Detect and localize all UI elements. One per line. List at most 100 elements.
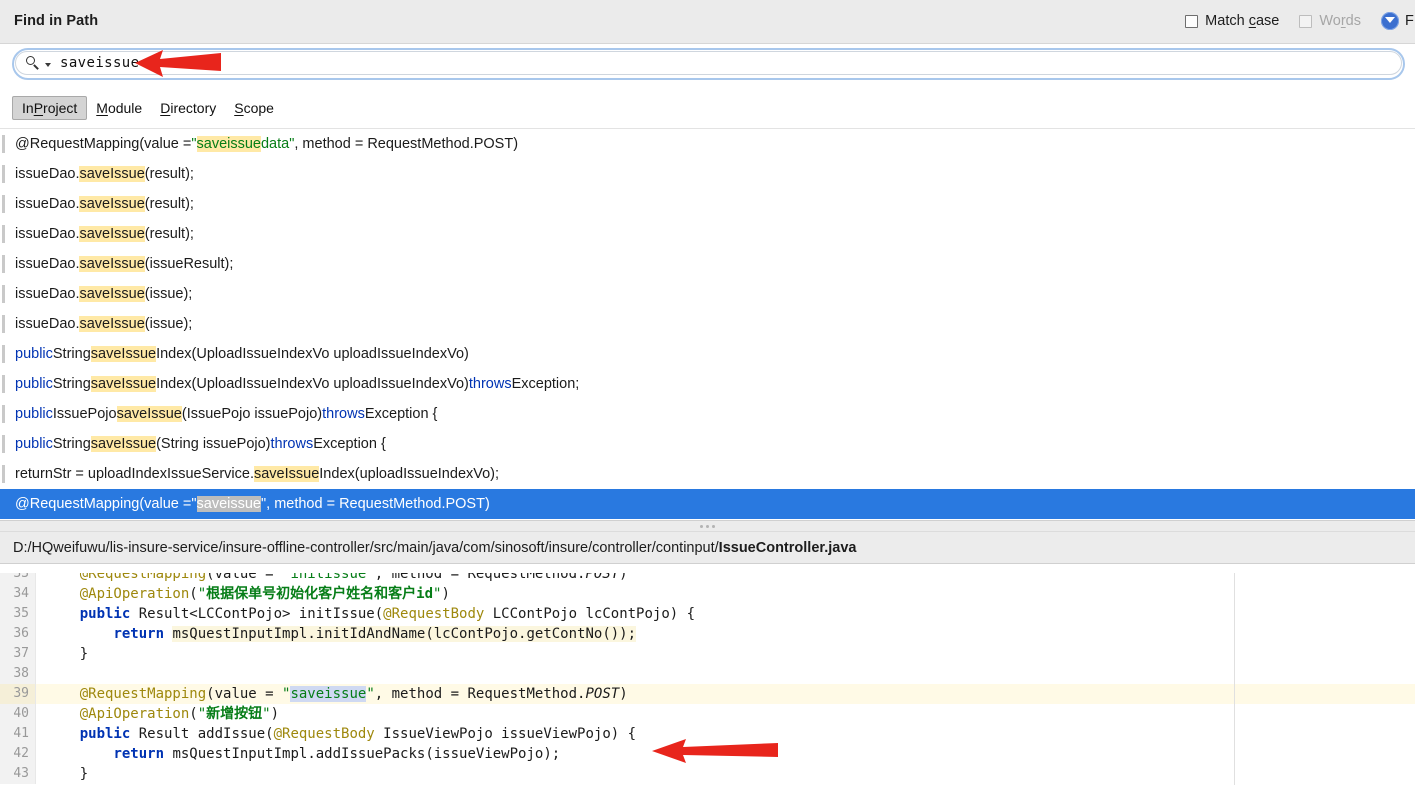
code-token: ( xyxy=(189,586,198,602)
result-match-highlight: saveIssue xyxy=(79,286,145,302)
result-text: @RequestMapping(value = xyxy=(15,136,192,152)
result-row[interactable]: public IssuePojo saveIssue (IssuePojo iss… xyxy=(0,399,1415,429)
result-match-highlight: saveIssue xyxy=(79,256,145,272)
code-line-text: public Result addIssue(@RequestBody Issu… xyxy=(36,724,636,744)
code-token: (value = xyxy=(206,686,283,702)
result-text: public xyxy=(15,346,53,362)
dialog-header: Find in Path Match case Words F xyxy=(0,0,1415,44)
result-match-highlight: saveIssue xyxy=(79,166,145,182)
line-number: 40 xyxy=(0,704,36,724)
file-mask-option[interactable]: F xyxy=(1381,12,1415,30)
result-text: issueDao. xyxy=(15,256,80,272)
result-text: (IssuePojo issuePojo) xyxy=(181,406,323,422)
search-field-wrapper[interactable]: saveissue xyxy=(12,48,1405,80)
result-match-highlight: saveIssue xyxy=(79,196,145,212)
words-checkbox[interactable]: Words xyxy=(1299,13,1361,29)
code-token: LCContPojo lcContPojo) { xyxy=(484,606,696,622)
code-line[interactable]: 40 @ApiOperation("新增按钮") xyxy=(0,704,1415,724)
result-row-marker xyxy=(2,405,5,423)
splitter[interactable] xyxy=(0,520,1415,532)
line-number: 33 xyxy=(0,564,36,584)
filter-blue-circle-icon[interactable] xyxy=(1381,12,1399,30)
code-line-text: } xyxy=(36,644,88,664)
result-row[interactable]: issueDao. saveIssue (result); xyxy=(0,219,1415,249)
search-input[interactable]: saveissue xyxy=(15,51,1402,75)
code-line[interactable]: 42 return msQuestInputImpl.addIssuePacks… xyxy=(0,744,1415,764)
code-line[interactable]: 36 return msQuestInputImpl.initIdAndName… xyxy=(0,624,1415,644)
search-results-list[interactable]: @RequestMapping(value = " saveissue data ",… xyxy=(0,128,1415,520)
result-row-marker xyxy=(2,465,5,483)
result-text: Exception { xyxy=(364,406,438,422)
code-line[interactable]: 34 @ApiOperation("根据保单号初始化客户姓名和客户id") xyxy=(0,584,1415,604)
line-number: 35 xyxy=(0,604,36,624)
match-case-label: Match case xyxy=(1205,13,1280,29)
result-row[interactable]: issueDao. saveIssue (result); xyxy=(0,159,1415,189)
code-preview-panel[interactable]: 33 @RequestMapping(value = "initissue" , … xyxy=(0,564,1415,785)
result-match-highlight: saveIssue xyxy=(90,436,157,452)
result-text: Exception; xyxy=(511,376,580,392)
code-token: 新增按钮 xyxy=(206,706,263,722)
code-token: @ApiOperation xyxy=(79,706,190,722)
code-line[interactable]: 43 } xyxy=(0,764,1415,784)
code-line-text: public Result<LCContPojo> initIssue(@Req… xyxy=(36,604,695,624)
result-match-highlight: saveIssue xyxy=(90,376,157,392)
code-token: @RequestMapping xyxy=(79,686,207,702)
result-text: (issue); xyxy=(144,286,193,302)
chevron-down-icon[interactable] xyxy=(45,63,51,67)
code-line[interactable]: 37 } xyxy=(0,644,1415,664)
code-line[interactable]: 35 public Result<LCContPojo> initIssue(@… xyxy=(0,604,1415,624)
result-text: (result); xyxy=(144,226,194,242)
result-row[interactable]: issueDao. saveIssue (issue); xyxy=(0,279,1415,309)
match-case-checkbox[interactable]: Match case xyxy=(1185,13,1279,29)
code-line[interactable]: 39 @RequestMapping(value = "saveissue", … xyxy=(0,684,1415,704)
tab-module[interactable]: Module xyxy=(87,96,151,120)
code-token: ) xyxy=(619,566,628,582)
code-line[interactable]: 33 @RequestMapping(value = "initissue", … xyxy=(0,564,1415,584)
result-row[interactable]: issueDao. saveIssue (result); xyxy=(0,189,1415,219)
result-match-highlight: saveIssue xyxy=(79,316,145,332)
result-row-marker xyxy=(2,375,5,393)
result-row[interactable]: returnStr = uploadIndexIssueService. save… xyxy=(0,459,1415,489)
code-line[interactable]: 41 public Result addIssue(@RequestBody I… xyxy=(0,724,1415,744)
result-text: returnStr = uploadIndexIssueService. xyxy=(15,466,254,482)
result-text: IssuePojo xyxy=(52,406,117,422)
file-path-bar[interactable]: D:/HQweifuwu/lis-insure-service/insure-o… xyxy=(0,532,1415,564)
tab-scope[interactable]: Scope xyxy=(225,96,283,120)
result-row-marker xyxy=(2,165,5,183)
code-token: , method = RequestMethod. xyxy=(374,686,586,702)
result-text: throws xyxy=(468,376,512,392)
code-token: ( xyxy=(189,706,198,722)
result-row-marker xyxy=(2,225,5,243)
tab-directory[interactable]: Directory xyxy=(151,96,225,120)
code-line[interactable]: 38 xyxy=(0,664,1415,684)
result-row[interactable]: issueDao. saveIssue (issue); xyxy=(0,309,1415,339)
tab-in-project[interactable]: In Project xyxy=(12,96,88,120)
result-row[interactable]: issueDao. saveIssue (issueResult); xyxy=(0,249,1415,279)
splitter-grip-icon[interactable] xyxy=(695,525,721,528)
result-row[interactable]: public String saveIssue Index(UploadIssue… xyxy=(0,339,1415,369)
code-token: "initissue" xyxy=(282,566,375,582)
result-row-marker xyxy=(2,195,5,213)
result-text: Index(UploadIssueIndexVo uploadIssueInde… xyxy=(156,376,469,392)
code-line-text: @RequestMapping(value = "saveissue", met… xyxy=(36,684,628,704)
result-row[interactable]: public String saveIssue Index(UploadIssue… xyxy=(0,369,1415,399)
result-row[interactable]: @RequestMapping(value = " saveissue ", met… xyxy=(0,489,1415,519)
code-match-highlight: saveissue xyxy=(290,686,367,702)
result-row-marker xyxy=(2,345,5,363)
code-token: " xyxy=(262,706,271,722)
find-in-path-dialog: Find in Path Match case Words F saveissu… xyxy=(0,0,1415,785)
result-text: public xyxy=(15,376,53,392)
code-token: Result<LCContPojo> initIssue( xyxy=(138,606,384,622)
checkbox-box[interactable] xyxy=(1299,14,1313,28)
result-row[interactable]: public String saveIssue (String issuePojo… xyxy=(0,429,1415,459)
code-token: 根据保单号初始化客户姓名和客户id xyxy=(206,586,434,602)
result-text: throws xyxy=(322,406,365,422)
checkbox-box[interactable] xyxy=(1185,14,1199,28)
result-row[interactable]: @RequestMapping(value = " saveissue data ",… xyxy=(0,129,1415,159)
result-text: @RequestMapping(value = xyxy=(15,496,192,512)
